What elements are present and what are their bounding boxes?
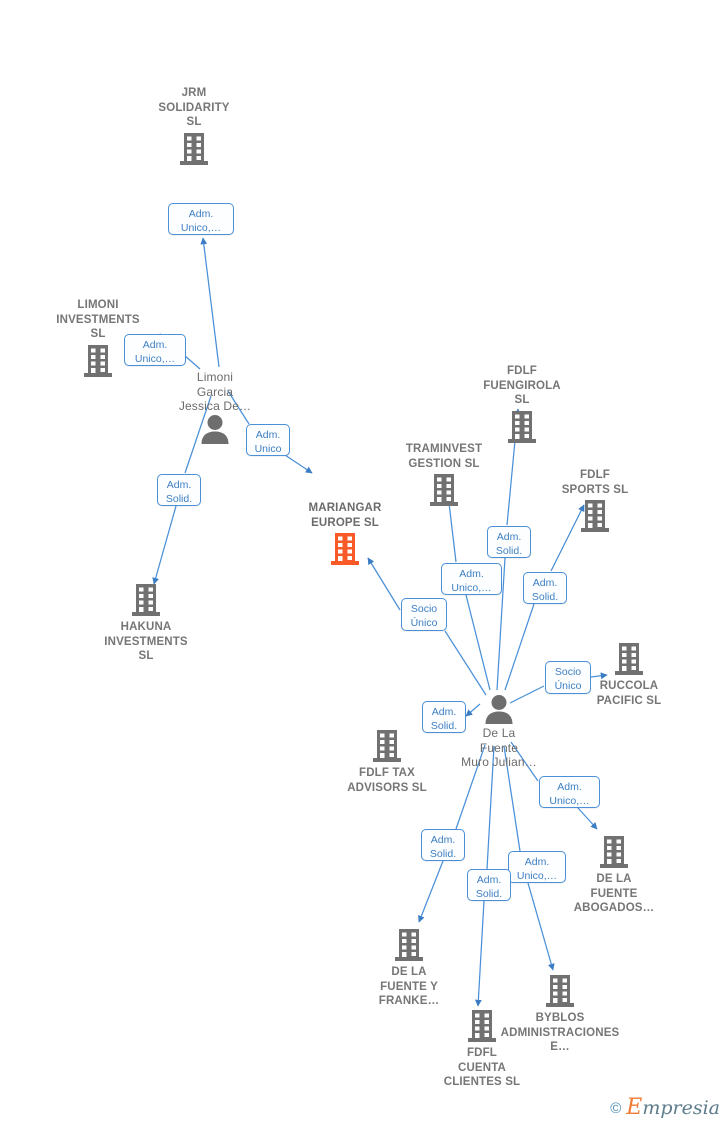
node-label: Limoni Garcia Jessica De… xyxy=(178,370,252,413)
edge-delafuente-to-abogados xyxy=(577,807,598,830)
edge-limoni_p-to-hakuna xyxy=(152,505,177,585)
edge-label-l14[interactable]: Adm. Solid. xyxy=(467,869,511,901)
node-jrm[interactable]: JRM SOLIDARITY SL xyxy=(134,86,254,166)
node-traminvest[interactable]: TRAMINVEST GESTION SL xyxy=(384,442,504,507)
node-label: TRAMINVEST GESTION SL xyxy=(405,443,483,470)
edge-label-l8[interactable]: Socio Único xyxy=(401,598,447,631)
copyright-icon: © xyxy=(610,1099,622,1117)
node-label: FDLF SPORTS SL xyxy=(561,469,629,496)
edge-delafuente-to-sports xyxy=(504,603,535,691)
edge-label-l1[interactable]: Adm. Unico,… xyxy=(168,203,234,235)
node-label: DE LA FUENTE Y FRANKE… xyxy=(378,966,440,1007)
building-icon[interactable] xyxy=(86,583,206,617)
node-label: HAKUNA INVESTMENTS SL xyxy=(104,621,188,662)
building-icon[interactable] xyxy=(384,473,504,507)
edge-delafuente-to-byblos xyxy=(527,882,555,971)
edge-delafuente-to-mariangar xyxy=(444,630,487,696)
edge-label-l11[interactable]: Adm. Unico,… xyxy=(539,776,600,808)
building-icon[interactable] xyxy=(285,532,405,566)
brand-label: Empresia xyxy=(626,1095,720,1120)
building-icon[interactable] xyxy=(535,499,655,533)
edge-limoni_p-to-mariangar xyxy=(284,454,313,474)
node-abogados[interactable]: DE LA FUENTE ABOGADOS… xyxy=(554,835,674,916)
node-sports[interactable]: FDLF SPORTS SL xyxy=(535,468,655,533)
edge-label-l9[interactable]: Socio Único xyxy=(545,661,591,694)
edge-label-l7[interactable]: Adm. Solid. xyxy=(523,572,567,604)
building-icon[interactable] xyxy=(134,132,254,166)
node-label: FDLF FUENGIROLA SL xyxy=(483,365,561,406)
node-label: DE LA FUENTE ABOGADOS… xyxy=(573,873,655,914)
node-label: JRM SOLIDARITY SL xyxy=(158,87,230,128)
edge-label-l3[interactable]: Adm. Unico xyxy=(246,424,290,456)
edge-label-l5[interactable]: Adm. Solid. xyxy=(487,526,531,558)
node-hakuna[interactable]: HAKUNA INVESTMENTS SL xyxy=(86,583,206,664)
edge-limoni_p-to-jrm xyxy=(200,237,220,368)
node-byblos[interactable]: BYBLOS ADMINISTRACIONES E… xyxy=(500,974,620,1055)
edge-label-l10[interactable]: Adm. Solid. xyxy=(422,701,466,733)
building-icon[interactable] xyxy=(554,835,674,869)
network-diagram-canvas: JRM SOLIDARITY SL LIMONI INVESTMENTS SL Li… xyxy=(0,0,728,1125)
empresia-watermark: © Empresia xyxy=(610,1097,720,1119)
edge-label-l12[interactable]: Adm. Solid. xyxy=(421,829,465,861)
node-label: BYBLOS ADMINISTRACIONES E… xyxy=(500,1012,620,1053)
building-icon[interactable] xyxy=(462,410,582,444)
edge-label-l4[interactable]: Adm. Solid. xyxy=(157,474,201,506)
building-icon[interactable] xyxy=(500,974,620,1008)
edge-label-l6[interactable]: Adm. Unico,… xyxy=(441,563,502,595)
edge-label-l13[interactable]: Adm. Unico,… xyxy=(508,851,566,883)
node-mariangar[interactable]: MARIANGAR EUROPE SL xyxy=(285,501,405,566)
node-franke[interactable]: DE LA FUENTE Y FRANKE… xyxy=(349,928,469,1009)
edge-delafuente-to-franke xyxy=(418,860,444,923)
building-icon[interactable] xyxy=(349,928,469,962)
edge-label-l2[interactable]: Adm. Unico,… xyxy=(124,334,186,366)
node-fuengirola[interactable]: FDLF FUENGIROLA SL xyxy=(462,364,582,444)
node-label: FDLF TAX ADVISORS SL xyxy=(347,767,427,794)
node-tax[interactable]: FDLF TAX ADVISORS SL xyxy=(327,729,447,795)
edge-delafuente-to-traminvest xyxy=(465,594,491,691)
edge-delafuente-to-cuenta xyxy=(474,900,485,1007)
building-icon[interactable] xyxy=(327,729,447,763)
